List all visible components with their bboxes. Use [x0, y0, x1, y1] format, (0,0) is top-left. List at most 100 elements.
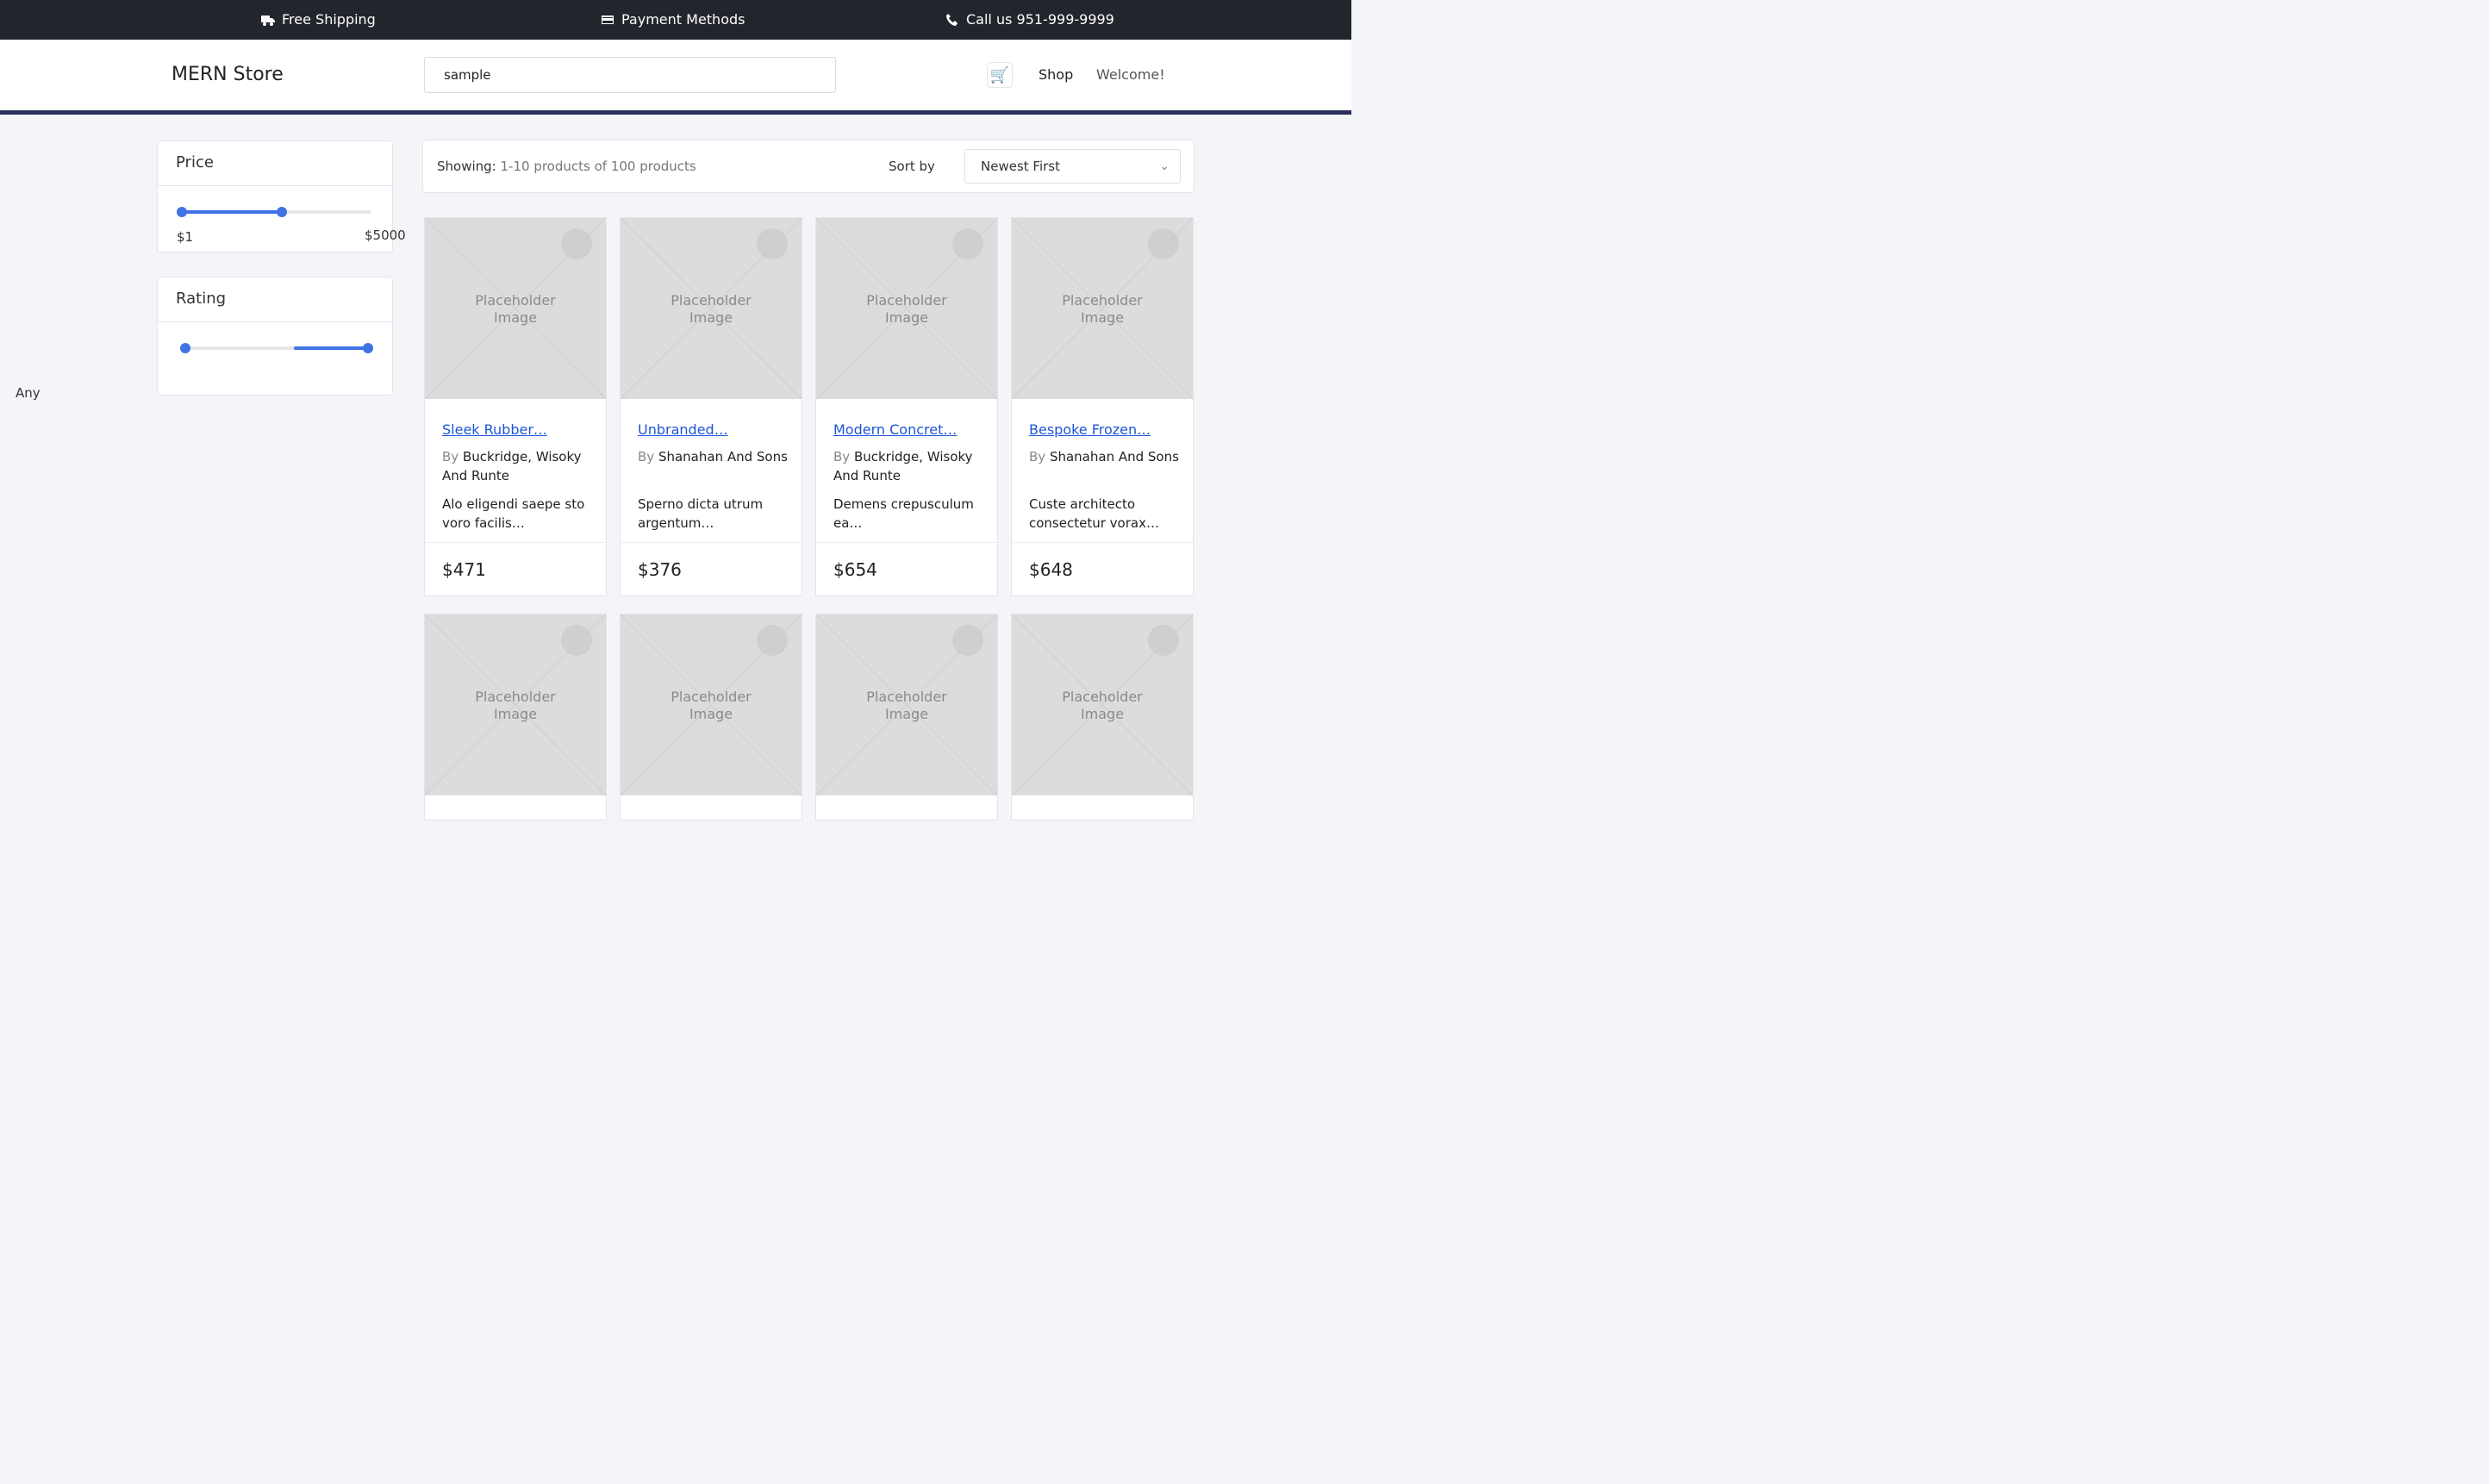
placeholder-line-2: Image	[689, 706, 733, 722]
price-slider-range	[180, 210, 280, 214]
placeholder-text: Placeholder Image	[1012, 292, 1193, 327]
placeholder-text: Placeholder Image	[425, 292, 606, 327]
price-filter-panel: Price $1 $5000	[157, 140, 406, 253]
product-brand: By Buckridge, Wisoky And Runte	[833, 447, 985, 485]
placeholder-line-2: Image	[689, 309, 733, 326]
card-divider	[621, 542, 802, 543]
product-image[interactable]: Placeholder Image	[621, 218, 802, 399]
placeholder-text: Placeholder Image	[1012, 689, 1193, 723]
product-card[interactable]: Placeholder Image Sleek Rubber… By Buckri…	[424, 217, 607, 596]
brand-by: By	[1029, 449, 1046, 465]
placeholder-line-1: Placeholder	[671, 292, 752, 309]
product-brand: By Shanahan And Sons	[1029, 447, 1181, 466]
product-name[interactable]: Unbranded…	[638, 421, 789, 438]
price-max-handle[interactable]	[277, 207, 287, 217]
product-price: $376	[638, 559, 682, 580]
wishlist-icon[interactable]	[952, 625, 983, 656]
brand-by: By	[833, 449, 851, 465]
product-card[interactable]: Placeholder Image	[815, 614, 998, 820]
placeholder-text: Placeholder Image	[816, 689, 997, 723]
product-image[interactable]: Placeholder Image	[425, 614, 606, 795]
wishlist-icon[interactable]	[757, 625, 788, 656]
placeholder-line-1: Placeholder	[1062, 292, 1143, 309]
truck-icon	[261, 15, 275, 26]
rating-max-handle[interactable]	[363, 343, 373, 353]
free-shipping-label: Free Shipping	[282, 11, 376, 28]
price-min-handle[interactable]	[177, 207, 187, 217]
placeholder-text: Placeholder Image	[816, 292, 997, 327]
brand-name: Buckridge, Wisoky And Runte	[833, 449, 973, 483]
placeholder-text: Placeholder Image	[425, 689, 606, 723]
product-card[interactable]: Placeholder Image	[424, 614, 607, 820]
payment-methods-item: Payment Methods	[601, 11, 745, 28]
call-us-label: Call us 951-999-9999	[966, 11, 1114, 28]
card-divider	[816, 542, 997, 543]
placeholder-line-1: Placeholder	[1062, 689, 1143, 705]
placeholder-line-2: Image	[493, 706, 538, 722]
header-divider	[0, 110, 1351, 115]
product-image[interactable]: Placeholder Image	[1012, 614, 1193, 795]
product-price: $654	[833, 559, 877, 580]
rating-any-label: Any	[16, 385, 41, 401]
product-description: Alo eligendi saepe sto voro facilis…	[442, 496, 585, 531]
card-divider	[1012, 542, 1193, 543]
product-image[interactable]: Placeholder Image	[816, 614, 997, 795]
store-logo[interactable]: MERN Store	[172, 64, 284, 85]
product-image[interactable]: Placeholder Image	[816, 218, 997, 399]
product-card[interactable]: Placeholder Image Modern Concret… By Buck…	[815, 217, 998, 596]
product-name[interactable]: Sleek Rubber…	[442, 421, 594, 438]
search-input[interactable]: sample	[424, 57, 836, 93]
product-price: $648	[1029, 559, 1073, 580]
wishlist-icon[interactable]	[561, 625, 592, 656]
wishlist-icon[interactable]	[757, 228, 788, 259]
product-price: $471	[442, 559, 486, 580]
wishlist-icon[interactable]	[952, 228, 983, 259]
showing-summary: Showing: 1-10 products of 100 products	[437, 159, 696, 174]
free-shipping-item: Free Shipping	[261, 11, 376, 28]
sort-selected-value: Newest First	[981, 159, 1060, 174]
product-name[interactable]: Modern Concret…	[833, 421, 985, 438]
cart-icon[interactable]: 🛒	[987, 62, 1013, 88]
rating-slider-range	[294, 346, 368, 350]
product-brand: By Shanahan And Sons	[638, 447, 789, 466]
welcome-menu[interactable]: Welcome!	[1096, 66, 1165, 83]
showing-text: 1-10 products of 100 products	[500, 159, 696, 174]
product-card[interactable]: Placeholder Image Unbranded… By Shanahan …	[620, 217, 802, 596]
placeholder-line-2: Image	[884, 309, 929, 326]
shop-link[interactable]: Shop	[1039, 66, 1073, 83]
product-card[interactable]: Placeholder Image	[620, 614, 802, 820]
rating-min-handle[interactable]	[180, 343, 190, 353]
placeholder-line-1: Placeholder	[671, 689, 752, 705]
placeholder-text: Placeholder Image	[621, 292, 802, 327]
top-bar: Free Shipping Payment Methods Call us 95…	[0, 0, 1351, 40]
product-name[interactable]: Bespoke Frozen…	[1029, 421, 1181, 438]
price-min-label: $1	[177, 229, 194, 245]
wishlist-icon[interactable]	[1148, 228, 1179, 259]
sort-select[interactable]: Newest First ⌄	[964, 149, 1181, 184]
wishlist-icon[interactable]	[561, 228, 592, 259]
placeholder-line-2: Image	[1080, 309, 1125, 326]
credit-card-icon	[602, 15, 614, 24]
brand-name: Shanahan And Sons	[1049, 449, 1179, 465]
product-card[interactable]: Placeholder Image Bespoke Frozen… By Shan…	[1011, 217, 1194, 596]
brand-name: Shanahan And Sons	[658, 449, 788, 465]
brand-by: By	[442, 449, 459, 465]
brand-name: Buckridge, Wisoky And Runte	[442, 449, 582, 483]
placeholder-line-2: Image	[884, 706, 929, 722]
product-card[interactable]: Placeholder Image	[1011, 614, 1194, 820]
brand-by: By	[638, 449, 655, 465]
rating-filter-panel: Rating	[157, 277, 393, 396]
product-description: Sperno dicta utrum argentum…	[638, 496, 764, 531]
placeholder-text: Placeholder Image	[621, 689, 802, 723]
product-description: Custe architecto consectetur vorax…	[1029, 496, 1159, 531]
products-toolbar: Showing: 1-10 products of 100 products S…	[422, 140, 1195, 193]
product-image[interactable]: Placeholder Image	[621, 614, 802, 795]
product-image[interactable]: Placeholder Image	[425, 218, 606, 399]
product-image[interactable]: Placeholder Image	[1012, 218, 1193, 399]
placeholder-line-1: Placeholder	[866, 292, 947, 309]
wishlist-icon[interactable]	[1148, 625, 1179, 656]
showing-label: Showing:	[437, 159, 496, 174]
price-max-label: $5000	[365, 228, 406, 243]
placeholder-line-1: Placeholder	[866, 689, 947, 705]
placeholder-line-2: Image	[1080, 706, 1125, 722]
